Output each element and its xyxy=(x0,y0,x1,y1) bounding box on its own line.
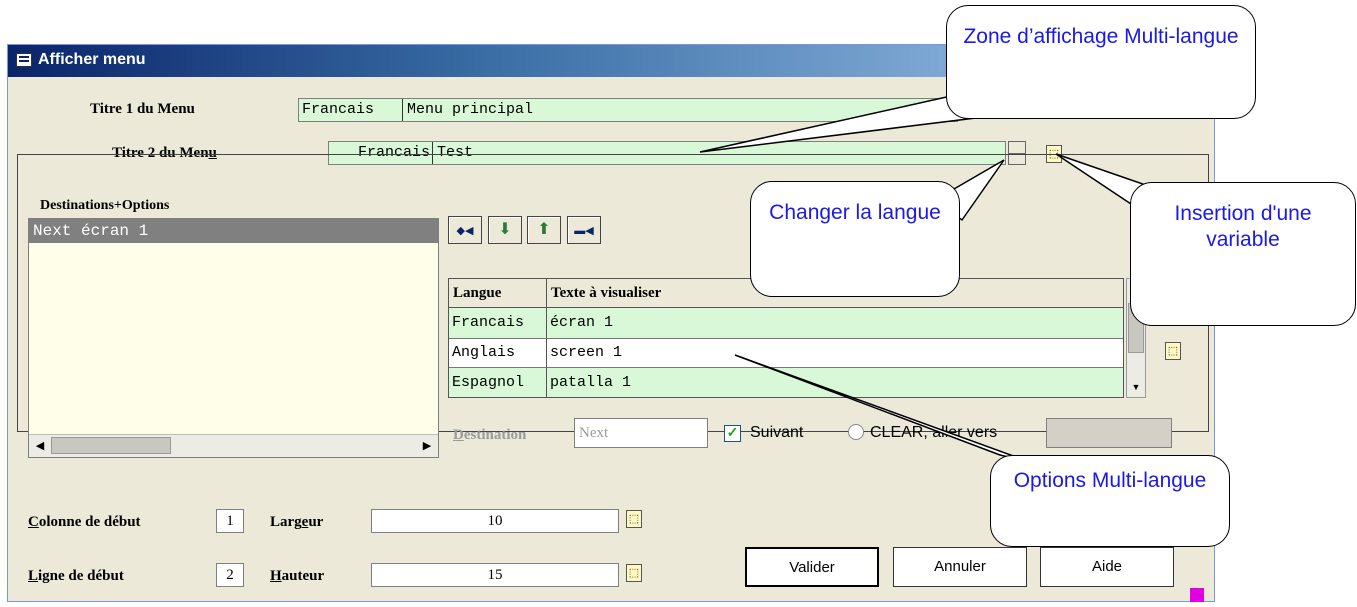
callout-zone-affichage: Zone d’affichage Multi-langue xyxy=(946,5,1256,119)
callout-changer-langue: Changer la langue xyxy=(750,181,960,297)
callout-insertion-variable: Insertion d'une variable xyxy=(1130,182,1356,326)
callout-options-multilangue: Options Multi-langue xyxy=(990,455,1230,547)
